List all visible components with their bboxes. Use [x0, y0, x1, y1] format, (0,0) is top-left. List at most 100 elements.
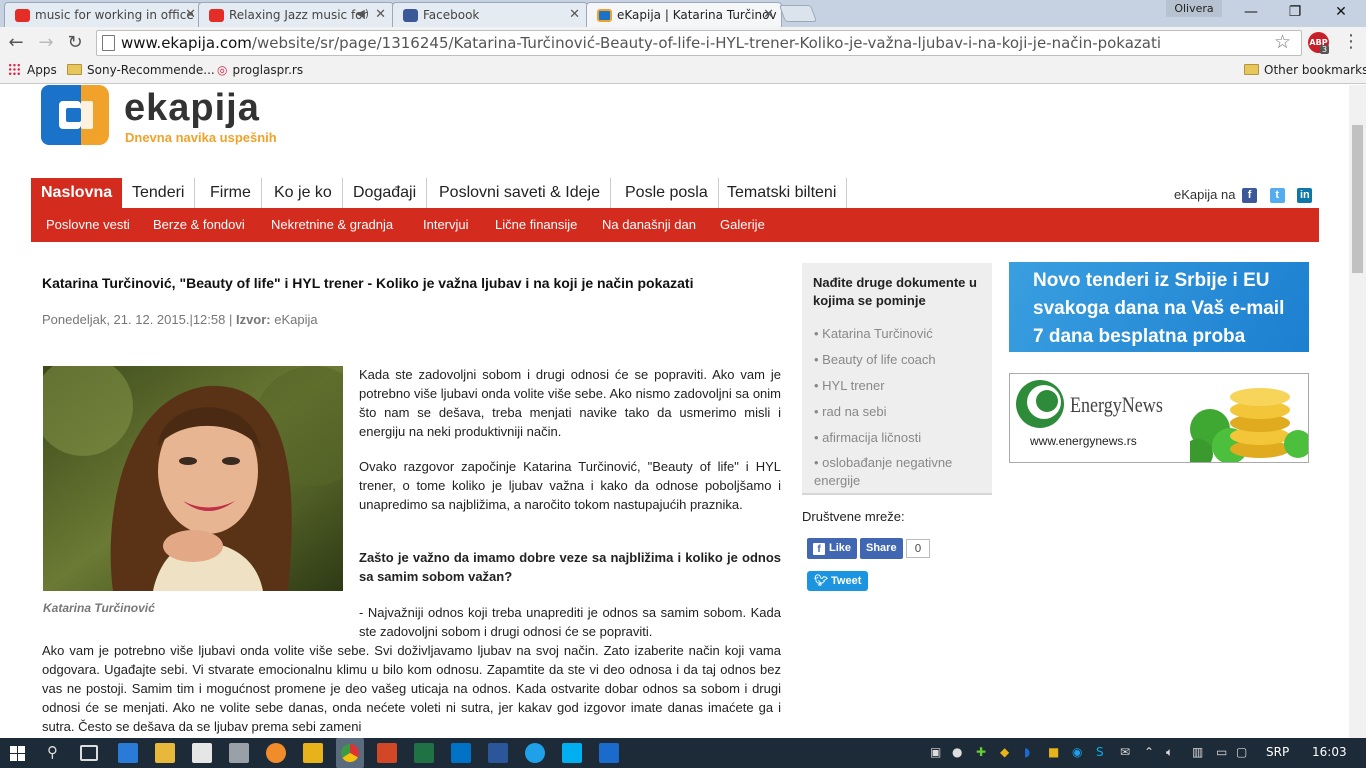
article-source: eKapija	[274, 312, 318, 327]
related-link[interactable]: Katarina Turčinović	[814, 325, 989, 343]
bookmark-proglas[interactable]: ◎ proglaspr.rs	[217, 63, 303, 77]
address-bar[interactable]: www.ekapija.com/website/sr/page/1316245/…	[96, 30, 1302, 56]
forward-arrow-icon[interactable]: →	[34, 31, 58, 55]
related-link[interactable]: afirmacija ličnosti	[814, 429, 989, 447]
tweet-button[interactable]: 🐦︎ Tweet	[807, 571, 869, 591]
norton-icon[interactable]	[303, 743, 323, 763]
tray-app-icon[interactable]: S	[1096, 745, 1104, 759]
page-scrollbar[interactable]	[1349, 85, 1366, 738]
related-link[interactable]: oslobađanje negativne energije	[814, 454, 989, 490]
tray-app-icon[interactable]: ◉	[1072, 745, 1082, 759]
proglas-icon: ◎	[217, 63, 228, 77]
word-icon[interactable]	[488, 743, 508, 763]
network-icon[interactable]: ▥	[1192, 745, 1203, 759]
close-icon[interactable]: ✕	[569, 7, 580, 22]
bookmark-other[interactable]: Other bookmarks	[1244, 63, 1366, 77]
nav-ko-je-ko[interactable]: Ko je ko	[264, 178, 343, 208]
teamviewer-icon[interactable]	[599, 743, 619, 763]
subnav-galerije[interactable]: Galerije	[720, 217, 765, 232]
window-close-icon[interactable]: ✕	[1318, 0, 1364, 24]
tray-app-icon[interactable]: ✉	[1120, 745, 1130, 759]
close-icon[interactable]: ✕	[375, 7, 386, 22]
skype-icon[interactable]	[562, 743, 582, 763]
star-icon[interactable]: ☆	[1274, 31, 1291, 53]
tray-app-icon[interactable]: ✚	[976, 745, 986, 759]
scroll-thumb[interactable]	[1352, 125, 1363, 273]
chrome-taskbar-button[interactable]	[336, 738, 364, 768]
show-hidden-icons[interactable]: ⌃	[1144, 745, 1154, 759]
outlook-icon[interactable]	[451, 743, 471, 763]
browser-tab-3[interactable]: Facebook ✕	[392, 2, 588, 27]
tenderi-ad-banner[interactable]: Novo tenderi iz Srbije i EU svakoga dana…	[1009, 262, 1309, 352]
calculator-icon[interactable]	[229, 743, 249, 763]
tray-app-icon[interactable]: ◆	[1000, 745, 1009, 759]
energynews-ad-banner[interactable]: EnergyNews www.energynews.rs	[1009, 373, 1309, 463]
twitter-icon[interactable]: t	[1269, 188, 1285, 203]
share-label: Društvene mreže:	[802, 509, 905, 524]
facebook-share-button[interactable]: Share	[860, 538, 903, 559]
maximize-icon[interactable]: ❐	[1272, 0, 1318, 24]
article-date: Ponedeljak, 21. 12. 2015.|12:58	[42, 312, 226, 327]
article-paragraph-1: Kada ste zadovoljni sobom i drugi odnosi…	[359, 367, 781, 439]
close-icon[interactable]: ✕	[185, 7, 196, 22]
action-center-icon[interactable]: ▢	[1236, 745, 1247, 759]
task-view-icon[interactable]	[80, 745, 98, 761]
close-icon[interactable]: ✕	[763, 7, 774, 22]
search-icon[interactable]: ⚲	[47, 743, 58, 761]
nav-firme[interactable]: Firme	[200, 178, 262, 208]
ekapija-icon	[597, 9, 612, 22]
linkedin-icon[interactable]: in	[1297, 188, 1313, 203]
subnav-na-danasnji-dan[interactable]: Na današnji dan	[602, 217, 696, 232]
battery-icon[interactable]: ▭	[1216, 745, 1227, 759]
browser-tab-1[interactable]: music for working in office ✕	[4, 2, 204, 27]
twitter-bird-icon: 🐦︎	[814, 575, 832, 587]
facebook-icon[interactable]: f	[1242, 188, 1258, 203]
language-indicator[interactable]: SRP	[1266, 745, 1289, 759]
nav-tematski-bilteni[interactable]: Tematski bilteni	[717, 178, 848, 208]
subnav-poslovne-vesti[interactable]: Poslovne vesti	[46, 217, 130, 232]
ekapija-logo-icon[interactable]	[41, 85, 109, 145]
excel-icon[interactable]	[414, 743, 434, 763]
nav-posle-posla[interactable]: Posle posla	[615, 178, 719, 208]
profile-button[interactable]: Olivera	[1166, 0, 1222, 17]
subnav-intervjui[interactable]: Intervjui	[423, 217, 469, 232]
browser-tab-4-active[interactable]: eKapija | Katarina Turčinov ✕	[586, 2, 782, 27]
bookmark-apps[interactable]: Apps	[8, 63, 57, 77]
internet-explorer-icon[interactable]	[525, 743, 545, 763]
new-tab-button[interactable]	[778, 5, 818, 22]
tray-app-icon[interactable]: ▣	[930, 745, 941, 759]
tray-app-icon[interactable]: ●	[952, 745, 962, 759]
article-photo[interactable]	[43, 366, 343, 591]
reload-icon[interactable]: ↻	[63, 31, 87, 55]
subnav-nekretnine-gradnja[interactable]: Nekretnine & gradnja	[271, 217, 393, 232]
speaker-icon[interactable]: ◀)	[356, 7, 369, 20]
nav-naslovna[interactable]: Naslovna	[31, 178, 122, 208]
back-arrow-icon[interactable]: ←	[4, 31, 28, 55]
related-link[interactable]: rad na sebi	[814, 403, 989, 421]
edge-icon[interactable]	[118, 743, 138, 763]
taskbar-clock[interactable]: 16:03	[1312, 745, 1347, 759]
facebook-like-button[interactable]: f Like	[807, 538, 858, 559]
nav-dogadjaji[interactable]: Događaji	[343, 178, 428, 208]
site-tagline: Dnevna navika uspešnih	[125, 130, 277, 145]
powerpoint-icon[interactable]	[377, 743, 397, 763]
page-icon	[102, 35, 115, 51]
tray-app-icon[interactable]: ■	[1048, 745, 1059, 759]
nav-poslovni-saveti[interactable]: Poslovni saveti & Ideje	[429, 178, 611, 208]
bookmark-sony[interactable]: Sony-Recommende...	[67, 63, 215, 77]
tray-app-icon[interactable]: ◗	[1024, 745, 1030, 759]
related-link[interactable]: Beauty of life coach	[814, 351, 989, 369]
subnav-licne-finansije[interactable]: Lične finansije	[495, 217, 577, 232]
volume-icon[interactable]: 🔈︎	[1166, 745, 1173, 760]
file-explorer-icon[interactable]	[155, 743, 175, 763]
related-link[interactable]: HYL trener	[814, 377, 989, 395]
nav-tenderi[interactable]: Tenderi	[122, 178, 196, 208]
browser-tab-2[interactable]: Relaxing Jazz music for ◀) ✕	[198, 2, 394, 27]
chrome-menu-icon[interactable]: ⋮	[1342, 31, 1360, 52]
store-icon[interactable]	[192, 743, 212, 763]
site-logo-text[interactable]: ekapija	[124, 87, 260, 130]
minimize-icon[interactable]: —	[1228, 0, 1274, 24]
windows-start-icon[interactable]	[10, 746, 26, 761]
subnav-berze-fondovi[interactable]: Berze & fondovi	[153, 217, 245, 232]
firefox-icon[interactable]	[266, 743, 286, 763]
